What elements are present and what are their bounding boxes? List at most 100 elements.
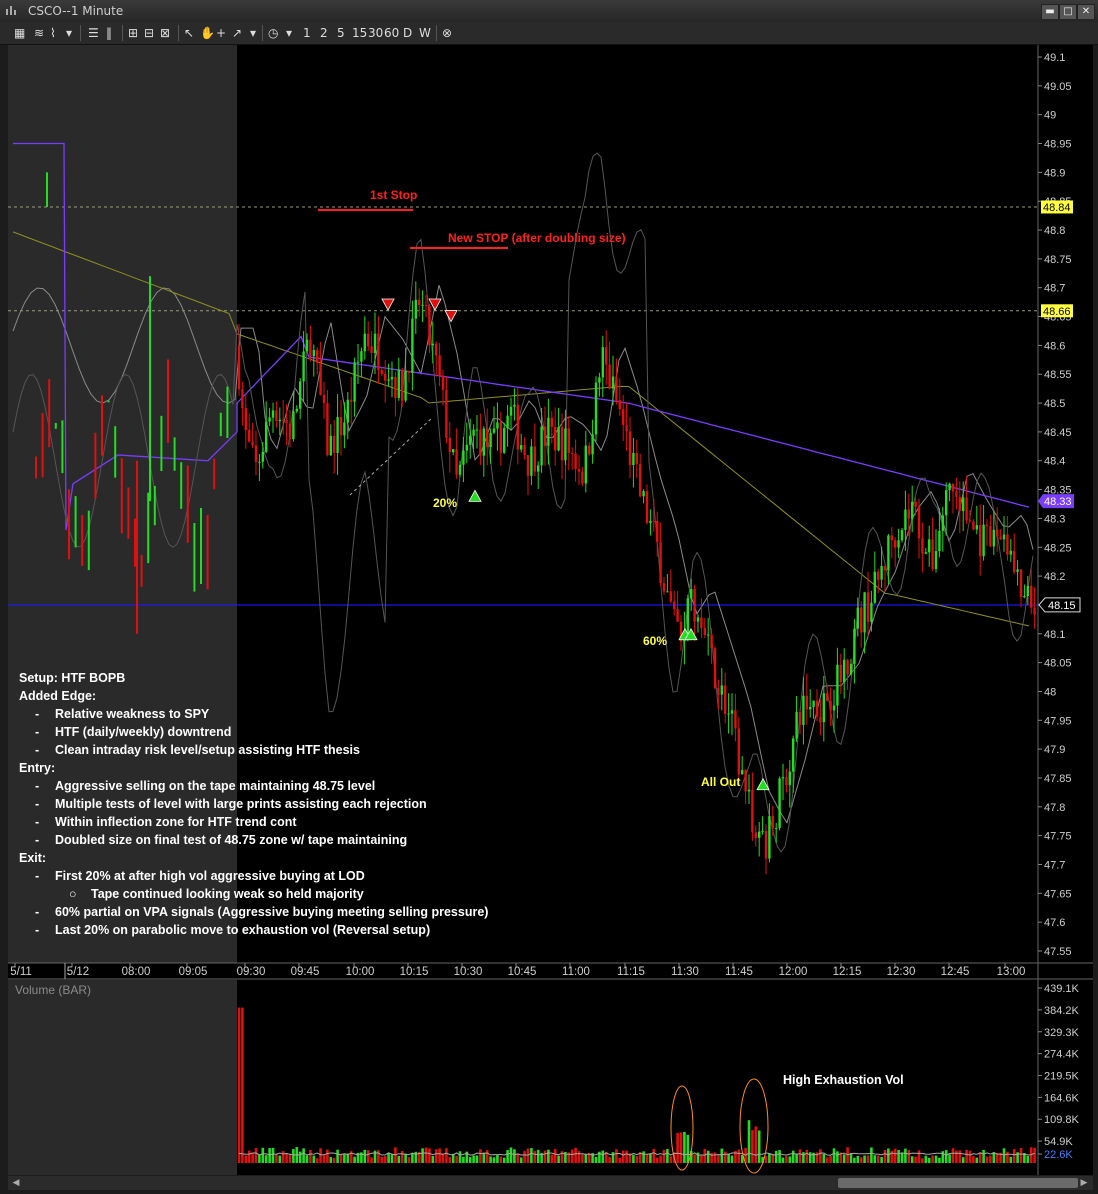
premarket-candle bbox=[153, 485, 156, 526]
interval-w[interactable]: W bbox=[419, 25, 431, 41]
volume-bar bbox=[448, 1156, 452, 1163]
columns-icon[interactable]: ‖ bbox=[106, 25, 112, 41]
candle-body bbox=[826, 693, 829, 701]
volume-bar bbox=[1009, 1156, 1013, 1163]
candle-body bbox=[938, 530, 941, 552]
volume-bar bbox=[530, 1148, 533, 1163]
volume-bar bbox=[700, 1155, 703, 1163]
candle-body bbox=[734, 710, 737, 729]
candle-body bbox=[448, 437, 451, 453]
scroll-left-icon[interactable]: ◀ bbox=[10, 1177, 22, 1189]
interval-d[interactable]: D bbox=[403, 25, 412, 41]
interval-15[interactable]: 15 bbox=[352, 25, 367, 41]
price-tick-label: 48.05 bbox=[1044, 658, 1072, 670]
candle-body bbox=[1019, 569, 1023, 598]
vwap-badge: 48.33 bbox=[1038, 494, 1074, 509]
volume-bar bbox=[574, 1147, 577, 1163]
candle-body bbox=[737, 728, 740, 775]
volume-bar bbox=[669, 1156, 673, 1163]
interval-30[interactable]: 30 bbox=[368, 25, 383, 41]
volume-bar bbox=[533, 1151, 537, 1163]
volume-bar bbox=[642, 1151, 645, 1163]
time-tick-label: 11:15 bbox=[617, 966, 645, 978]
cancel-icon[interactable]: ⊗ bbox=[442, 25, 452, 41]
volume-bar bbox=[751, 1130, 754, 1163]
volume-bar bbox=[853, 1157, 856, 1163]
premarket-candle bbox=[226, 386, 229, 438]
minimize-button[interactable]: ▬ bbox=[1041, 4, 1059, 20]
candle-body bbox=[883, 565, 887, 571]
price-tick-label: 47.95 bbox=[1044, 715, 1072, 727]
horizontal-scrollbar[interactable]: ◀ ▶ bbox=[8, 1176, 1093, 1190]
volume-bar bbox=[883, 1150, 887, 1163]
candle-body bbox=[662, 583, 666, 592]
candle-body bbox=[588, 445, 591, 455]
candle-body bbox=[499, 422, 502, 453]
interval-1[interactable]: 1 bbox=[303, 25, 311, 41]
volume-tick-label: 219.5K bbox=[1044, 1071, 1080, 1083]
hand-icon[interactable]: ✋ bbox=[200, 25, 215, 41]
volume-bar bbox=[676, 1132, 679, 1163]
volume-bar bbox=[730, 1155, 734, 1163]
maximize-button[interactable]: □ bbox=[1059, 4, 1077, 20]
chevron-down-icon[interactable]: ▾ bbox=[286, 25, 292, 41]
lines-icon[interactable]: ☰ bbox=[88, 25, 99, 41]
interval-5[interactable]: 5 bbox=[337, 25, 345, 41]
cursor-icon[interactable]: ↖ bbox=[184, 25, 194, 41]
panel-icon[interactable]: ⊟ bbox=[144, 25, 154, 41]
chart-area[interactable]: 49.149.054948.9548.948.8548.848.7548.748… bbox=[8, 45, 1093, 1192]
price-tick-label: 48.2 bbox=[1044, 571, 1065, 583]
scroll-right-icon[interactable]: ▶ bbox=[1078, 1177, 1090, 1189]
candle-body bbox=[394, 376, 397, 398]
candle-body bbox=[795, 712, 798, 739]
candle-body bbox=[635, 452, 638, 464]
price-tick-label: 48.25 bbox=[1044, 542, 1072, 554]
volume-bar bbox=[958, 1150, 962, 1163]
premarket-candle bbox=[87, 510, 90, 571]
clock-icon[interactable]: ◷ bbox=[268, 25, 278, 41]
interval-2[interactable]: 2 bbox=[320, 25, 328, 41]
candle-body bbox=[754, 832, 757, 838]
scroll-thumb[interactable] bbox=[838, 1178, 1078, 1188]
volume-bar bbox=[768, 1153, 771, 1163]
all-out-label: All Out bbox=[701, 775, 740, 789]
draw-icon[interactable]: ⌇ bbox=[50, 25, 56, 41]
candle-body bbox=[962, 497, 965, 512]
candle-body bbox=[271, 410, 275, 418]
volume-bar bbox=[693, 1154, 696, 1163]
volume-bar bbox=[305, 1155, 309, 1163]
trendline-icon[interactable]: ↗ bbox=[232, 25, 242, 41]
interval-60[interactable]: 60 bbox=[384, 25, 399, 41]
candle-body bbox=[673, 601, 676, 610]
chevron-down-icon[interactable]: ▾ bbox=[250, 25, 256, 41]
price-tick-label: 48.8 bbox=[1044, 225, 1065, 237]
close-button[interactable]: ✕ bbox=[1077, 4, 1095, 20]
svg-text:-: - bbox=[35, 707, 39, 721]
sell-marker bbox=[381, 298, 395, 311]
candle-body bbox=[686, 598, 689, 634]
template-icon[interactable]: ⊠ bbox=[160, 25, 170, 41]
new-stop-badge: 48.66 bbox=[1041, 304, 1073, 318]
chevron-down-icon[interactable]: ▾ bbox=[66, 25, 72, 41]
crosshair-icon[interactable]: + bbox=[216, 25, 226, 41]
premarket-candle bbox=[136, 460, 138, 634]
indicator-icon[interactable]: ≋ bbox=[34, 25, 44, 41]
candle-body bbox=[523, 445, 526, 456]
volume-bar bbox=[727, 1153, 730, 1163]
candle-body bbox=[530, 446, 533, 476]
bar-type-icon[interactable]: ▦ bbox=[14, 25, 25, 41]
grid-icon[interactable]: ⊞ bbox=[128, 25, 138, 41]
premarket-candle bbox=[206, 515, 209, 590]
candle-body bbox=[452, 449, 455, 453]
new-stop-label: New STOP (after doubling size) bbox=[448, 231, 626, 245]
volume-bar bbox=[281, 1151, 285, 1163]
volume-bar bbox=[917, 1150, 921, 1163]
volume-tick-label: 109.8K bbox=[1044, 1114, 1080, 1126]
candle-body bbox=[520, 445, 523, 450]
volume-panel-title: Volume (BAR) bbox=[15, 983, 91, 997]
candle-body bbox=[339, 417, 343, 436]
note-entry-3: Within inflection zone for HTF trend con… bbox=[55, 815, 297, 829]
candle-body bbox=[441, 376, 445, 390]
candle-body bbox=[863, 592, 866, 633]
candle-body bbox=[333, 435, 336, 453]
